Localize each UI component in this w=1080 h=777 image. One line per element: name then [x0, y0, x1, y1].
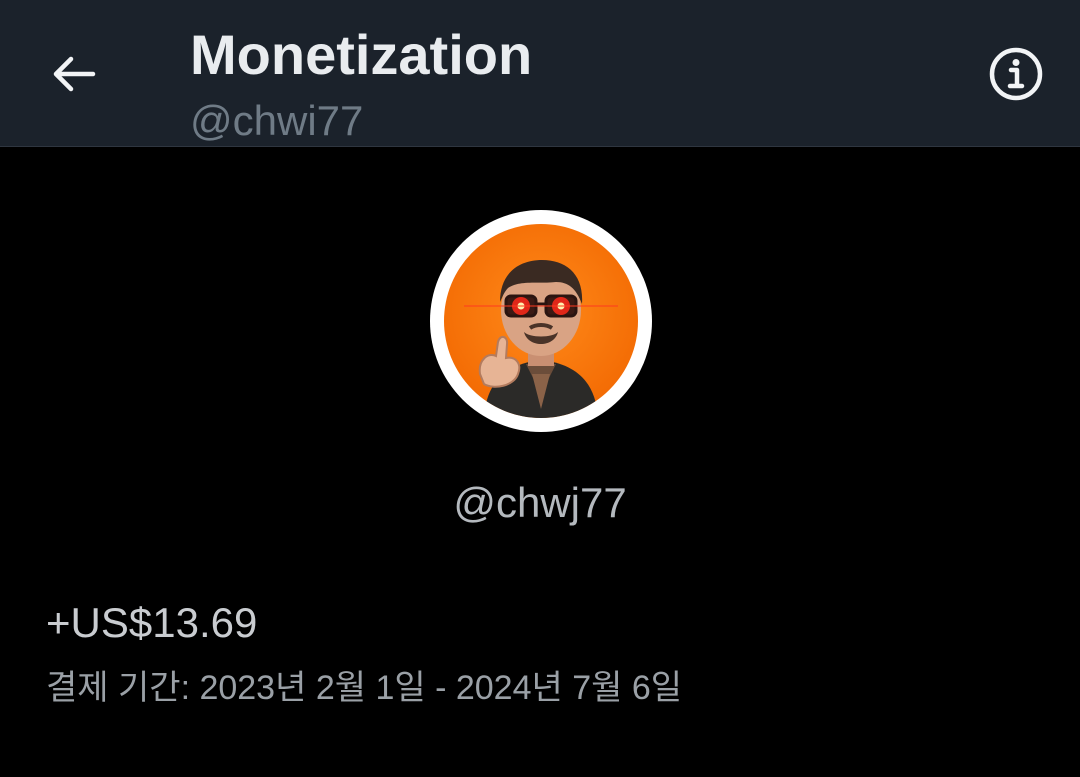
payout-period: 결제 기간: 2023년 2월 1일 - 2024년 7월 6일 — [46, 669, 683, 707]
arrow-left-icon — [53, 56, 96, 92]
info-button[interactable] — [986, 44, 1046, 104]
page-title: Monetization — [190, 23, 533, 86]
avatar-frame — [430, 210, 652, 432]
top-app-bar: Monetization @chwi77 — [0, 0, 1080, 147]
avatar — [444, 224, 638, 418]
earnings-amount: +US$13.69 — [46, 599, 258, 646]
info-circle-icon — [989, 47, 1043, 101]
profile-handle: @chwj77 — [453, 479, 627, 526]
page-subtitle-handle: @chwi77 — [190, 97, 364, 144]
avatar-image — [464, 260, 618, 418]
back-button[interactable] — [46, 46, 102, 102]
